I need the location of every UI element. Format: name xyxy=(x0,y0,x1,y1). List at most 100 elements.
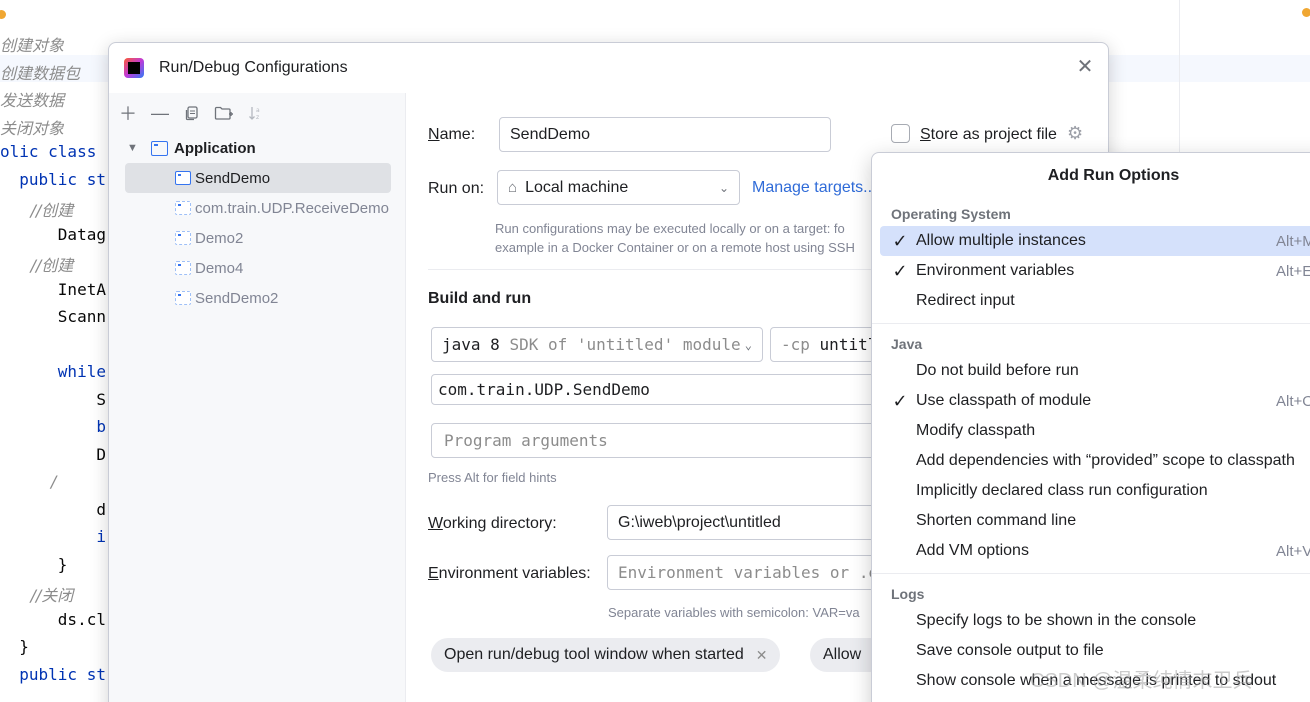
run-option-label: Add dependencies with “provided” scope t… xyxy=(916,452,1295,469)
run-option-item[interactable]: Modify classpath xyxy=(880,416,1310,446)
home-icon: ⌂ xyxy=(508,179,518,196)
classpath-value: untitl xyxy=(819,335,878,354)
run-config-icon xyxy=(175,171,191,185)
code-line: public st xyxy=(0,170,106,189)
svg-text:a: a xyxy=(256,107,260,114)
run-option-label: Implicitly declared class run configurat… xyxy=(916,482,1208,499)
dialog-titlebar[interactable]: Run/Debug Configurations ✕ xyxy=(109,43,1108,93)
name-field[interactable]: SendDemo xyxy=(499,117,831,152)
sort-icon[interactable]: az xyxy=(243,100,269,126)
tree-item-label: SendDemo2 xyxy=(195,289,279,307)
run-option-label: Allow multiple instances xyxy=(916,232,1086,249)
new-folder-icon[interactable] xyxy=(211,100,237,126)
run-option-item[interactable]: Redirect input xyxy=(880,286,1310,316)
run-option-item[interactable]: Save console output to file xyxy=(880,636,1310,666)
name-value: SendDemo xyxy=(510,125,591,143)
tree-group-application[interactable]: ▼ Application xyxy=(127,133,256,163)
code-line: } xyxy=(0,555,68,574)
copy-icon[interactable] xyxy=(179,100,205,126)
warning-icon[interactable] xyxy=(1302,8,1310,17)
run-option-shortcut: Alt+O xyxy=(1276,392,1310,410)
run-option-item[interactable]: ✓ Use classpath of module Alt+O xyxy=(880,386,1310,416)
close-icon[interactable]: ✕ xyxy=(1074,56,1096,78)
classpath-flag: -cp xyxy=(781,335,810,354)
run-on-select[interactable]: ⌂ Local machine ⌄ xyxy=(497,170,740,205)
warning-icon[interactable] xyxy=(0,10,6,19)
chevron-down-icon: ⌄ xyxy=(744,338,752,352)
code-line: InetA xyxy=(0,280,106,299)
configurations-tree-pane: ＋ — az ▼ Application SendDemo com.train.… xyxy=(109,93,406,702)
tree-group-label: Application xyxy=(174,139,256,157)
tree-item-senddemo[interactable]: SendDemo xyxy=(125,163,391,193)
tree-item-receivedemo[interactable]: com.train.UDP.ReceiveDemo xyxy=(175,193,389,223)
intellij-logo-icon xyxy=(124,58,144,78)
build-and-run-heading: Build and run xyxy=(428,290,532,307)
run-option-label: Do not build before run xyxy=(916,362,1079,379)
tree-toolbar: ＋ — az xyxy=(115,99,269,127)
run-option-item[interactable]: Add dependencies with “provided” scope t… xyxy=(880,446,1310,476)
code-line: ds.cl xyxy=(0,610,106,629)
run-option-item[interactable]: ✓ Allow multiple instances Alt+M xyxy=(880,226,1310,256)
run-on-value: Local machine xyxy=(525,178,629,196)
checkmark-icon: ✓ xyxy=(892,230,908,251)
code-line: olic class xyxy=(0,142,97,161)
run-option-label: Redirect input xyxy=(916,292,1015,309)
chip-label: Open run/debug tool window when started xyxy=(444,646,744,663)
run-option-label: Shorten command line xyxy=(916,512,1077,529)
run-option-item[interactable]: ✓ Environment variables Alt+E xyxy=(880,256,1310,286)
checkmark-icon: ✓ xyxy=(892,390,908,411)
svg-text:z: z xyxy=(256,114,259,121)
tree-item-label: SendDemo xyxy=(195,169,271,187)
popup-title: Add Run Options xyxy=(1047,167,1180,184)
code-line: / xyxy=(0,472,57,491)
gear-icon[interactable]: ⚙ xyxy=(1067,123,1083,144)
tree-item-demo4[interactable]: Demo4 xyxy=(175,253,243,283)
chevron-down-icon[interactable]: ▼ xyxy=(127,142,143,154)
working-directory-value: G:\iweb\project\untitled xyxy=(618,513,781,531)
run-option-label: Add VM options xyxy=(916,542,1029,559)
temporary-config-icon xyxy=(175,291,191,305)
chevron-down-icon: ⌄ xyxy=(718,181,729,195)
manage-targets-link[interactable]: Manage targets... xyxy=(752,179,877,197)
environment-variables-placeholder: Environment variables or .en xyxy=(618,563,888,582)
code-line: b xyxy=(0,417,106,436)
code-line: i xyxy=(0,527,106,546)
run-option-item[interactable]: Do not build before run xyxy=(880,356,1310,386)
option-group-title: Java xyxy=(891,336,923,352)
sdk-java-version: java 8 xyxy=(442,335,500,354)
watermark: CSDN @温柔纯情末卫兵 xyxy=(1030,670,1253,692)
run-option-label: Save console output to file xyxy=(916,642,1104,659)
tree-item-demo2[interactable]: Demo2 xyxy=(175,223,243,253)
run-option-item[interactable]: Shorten command line xyxy=(880,506,1310,536)
tree-item-label: Demo2 xyxy=(195,229,244,247)
popup-separator xyxy=(872,573,1310,574)
run-option-shortcut: Alt+E xyxy=(1276,262,1310,280)
code-line: //创建 xyxy=(0,201,74,220)
popup-separator xyxy=(872,323,1310,324)
chip-label: Allow xyxy=(823,646,862,663)
chip-open-tool-window[interactable]: Open run/debug tool window when started … xyxy=(431,638,781,672)
sdk-select[interactable]: java 8 SDK of 'untitled' module ⌄ xyxy=(431,327,763,362)
code-line: d xyxy=(0,500,106,519)
close-icon[interactable]: ✕ xyxy=(756,647,768,664)
store-as-project-file-checkbox[interactable] xyxy=(891,124,910,143)
run-on-hint-line-2: example in a Docker Container or on a re… xyxy=(495,240,855,255)
code-line: Datag xyxy=(0,225,106,244)
environment-variables-label: Environment variables: xyxy=(428,565,591,582)
code-line: S xyxy=(0,390,106,409)
sdk-module: SDK of 'untitled' module xyxy=(509,335,741,354)
run-option-label: Specify logs to be shown in the console xyxy=(916,612,1197,629)
code-line: 创建数据包 xyxy=(0,64,81,83)
code-line: public st xyxy=(0,665,106,684)
run-on-hint-line-1: Run configurations may be executed local… xyxy=(495,221,845,236)
store-as-project-file-label[interactable]: Store as project file xyxy=(920,126,1057,144)
add-run-options-popup: Add Run Options Operating System ✓ Allow m… xyxy=(871,152,1310,702)
run-option-item[interactable]: Specify logs to be shown in the console xyxy=(880,606,1310,636)
code-line: //关闭 xyxy=(0,586,74,605)
minus-icon[interactable]: — xyxy=(147,100,173,126)
plus-icon[interactable]: ＋ xyxy=(115,100,141,126)
run-option-item[interactable]: Add VM options Alt+V xyxy=(880,536,1310,566)
application-icon xyxy=(151,140,168,156)
run-option-item[interactable]: Implicitly declared class run configurat… xyxy=(880,476,1310,506)
tree-item-senddemo2[interactable]: SendDemo2 xyxy=(175,283,278,313)
